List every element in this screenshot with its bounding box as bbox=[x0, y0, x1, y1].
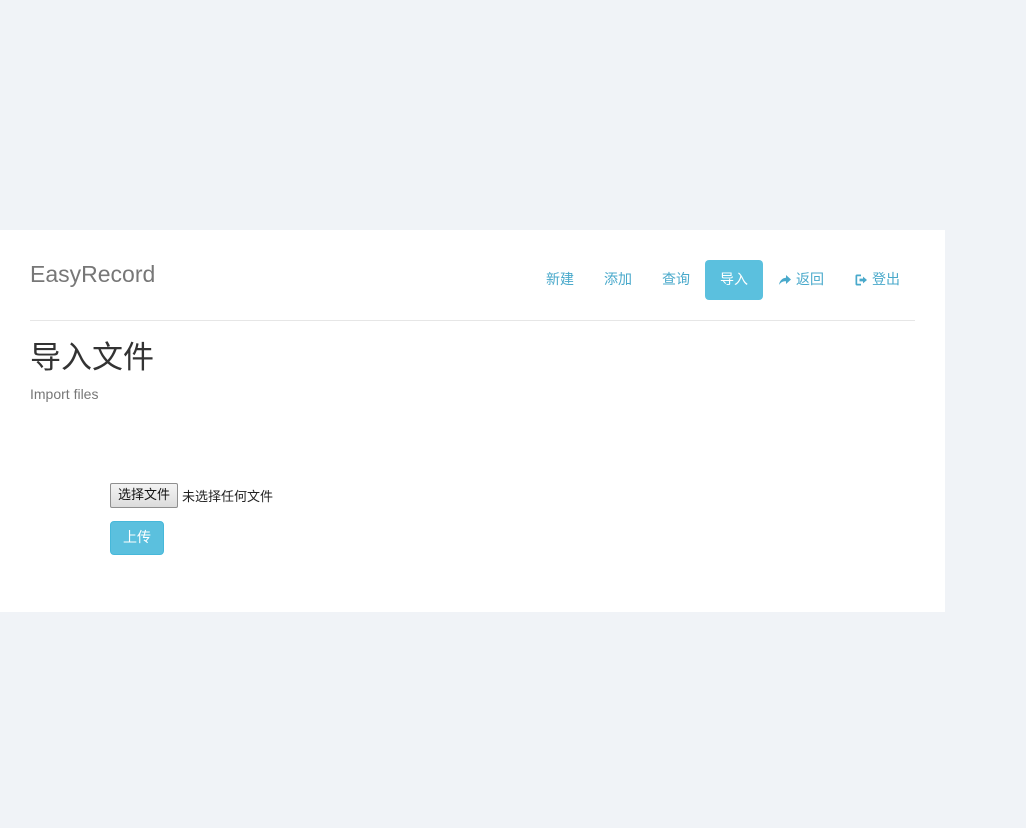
nav-item-label: 登出 bbox=[872, 272, 900, 288]
nav-item-query[interactable]: 查询 bbox=[647, 260, 705, 300]
nav-item-label: 添加 bbox=[604, 272, 632, 288]
file-input-row: 选择文件 未选择任何文件 bbox=[110, 483, 273, 508]
nav-item-label: 新建 bbox=[546, 272, 574, 288]
nav-item-import[interactable]: 导入 bbox=[705, 260, 763, 300]
page-subtitle: Import files bbox=[30, 386, 99, 402]
nav-item-add[interactable]: 添加 bbox=[589, 260, 647, 300]
share-arrow-icon bbox=[778, 273, 792, 287]
brand-logo[interactable]: EasyRecord bbox=[30, 259, 155, 289]
page-title: 导入文件 bbox=[30, 340, 154, 376]
nav-item-logout[interactable]: 登出 bbox=[839, 260, 915, 300]
header-divider bbox=[30, 320, 915, 321]
nav-item-label: 导入 bbox=[720, 272, 748, 288]
file-status-text: 未选择任何文件 bbox=[182, 490, 274, 505]
upload-button[interactable]: 上传 bbox=[110, 521, 164, 555]
main-panel: EasyRecord 新建 添加 查询 导入 返回 登出 导入文件 Import… bbox=[0, 230, 945, 612]
logout-icon bbox=[854, 273, 868, 287]
nav-item-label: 查询 bbox=[662, 272, 690, 288]
nav-item-label: 返回 bbox=[796, 272, 824, 288]
choose-file-button[interactable]: 选择文件 bbox=[110, 483, 179, 508]
nav-item-back[interactable]: 返回 bbox=[763, 260, 839, 300]
top-nav: 新建 添加 查询 导入 返回 登出 bbox=[531, 260, 915, 300]
nav-item-new[interactable]: 新建 bbox=[531, 260, 589, 300]
